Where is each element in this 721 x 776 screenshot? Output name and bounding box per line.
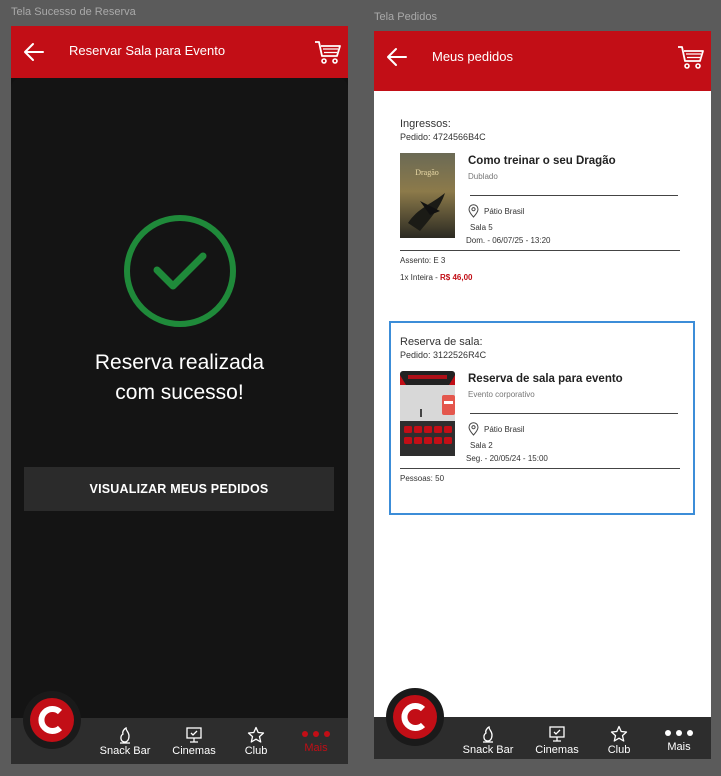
cart-icon[interactable] [314, 38, 342, 66]
orders-screen: Meus pedidos Ingressos: Pedido: 4724566B… [374, 31, 711, 759]
nav-item-snack-bar[interactable]: Snack Bar [95, 726, 155, 757]
nav-label-snack-bar: Snack Bar [462, 744, 514, 756]
nav-item-mais[interactable]: Mais [286, 726, 346, 754]
nav-label-snack-bar: Snack Bar [99, 745, 151, 757]
order-code: Pedido: 3122526R4C [400, 350, 487, 360]
success-line-1: Reserva realizada [94, 351, 265, 374]
success-line-2: com sucesso! [115, 381, 244, 404]
logo-button[interactable] [386, 688, 444, 746]
nav-item-snack-bar[interactable]: Snack Bar [458, 725, 518, 756]
frame-label-left: Tela Sucesso de Reserva [11, 6, 136, 18]
room-image [400, 371, 455, 456]
page-title: Reservar Sala para Evento [69, 43, 226, 58]
nav-item-club[interactable]: Club [226, 726, 286, 757]
page-title: Meus pedidos [432, 49, 513, 64]
order-title: Como treinar o seu Dragão [468, 155, 616, 167]
movie-poster: Dragão [400, 153, 455, 238]
order-qty: 1x Inteira - [400, 273, 441, 282]
order-kind: Ingressos: [400, 118, 451, 130]
success-screen: Reservar Sala para Evento Reserva realiz… [11, 26, 348, 764]
app-header: Reservar Sala para Evento [11, 26, 348, 78]
order-kind: Reserva de sala: [400, 336, 483, 348]
nav-label-club: Club [244, 745, 268, 757]
star-icon [610, 725, 628, 742]
nav-label-mais: Mais [667, 741, 691, 753]
order-location: Pátio Brasil [484, 425, 525, 434]
order-price-line: 1x Inteira - R$ 46,00 [400, 273, 472, 282]
order-price: R$ 46,00 [440, 273, 473, 282]
order-subtitle: Evento corporativo [468, 390, 535, 399]
more-icon [286, 726, 346, 742]
snack-bar-icon [483, 725, 493, 743]
brand-logo-icon [393, 695, 437, 739]
brand-logo-icon [30, 698, 74, 742]
order-room: Sala 5 [470, 223, 493, 232]
snack-bar-icon [120, 726, 130, 744]
cart-icon[interactable] [677, 43, 705, 71]
order-seat: Assento: E 3 [400, 256, 446, 265]
order-card-tickets[interactable]: Ingressos: Pedido: 4724566B4C Dragão Com… [400, 118, 690, 288]
nav-label-mais: Mais [304, 742, 328, 754]
nav-label-cinemas: Cinemas [535, 744, 579, 756]
order-card-room[interactable]: Reserva de sala: Pedido: 3122526R4C Rese… [400, 336, 690, 486]
view-orders-button[interactable]: VISUALIZAR MEUS PEDIDOS [24, 467, 334, 511]
app-header: Meus pedidos [374, 31, 711, 91]
more-icon [649, 725, 709, 741]
frame-label-right: Tela Pedidos [374, 11, 437, 23]
order-title: Reserva de sala para evento [468, 373, 623, 385]
nav-label-club: Club [607, 744, 631, 756]
nav-item-cinemas[interactable]: Cinemas [527, 725, 587, 756]
success-message: Reserva realizada com sucesso! [11, 348, 348, 408]
logo-button[interactable] [23, 691, 81, 749]
order-datetime: Dom. - 06/07/25 - 13:20 [466, 236, 551, 245]
cinemas-icon [549, 726, 565, 742]
order-people: Pessoas: 50 [400, 474, 445, 483]
order-code: Pedido: 4724566B4C [400, 132, 486, 142]
svg-text:Dragão: Dragão [415, 168, 439, 177]
nav-item-mais[interactable]: Mais [649, 725, 709, 753]
divider [400, 250, 680, 251]
location-pin-icon [468, 422, 479, 436]
success-check-icon [124, 215, 236, 327]
content-area: Reserva realizada com sucesso! VISUALIZA… [11, 78, 348, 718]
location-pin-icon [468, 204, 479, 218]
divider [400, 468, 680, 469]
back-arrow-icon[interactable] [22, 40, 46, 64]
nav-label-cinemas: Cinemas [172, 745, 216, 757]
nav-item-cinemas[interactable]: Cinemas [164, 726, 224, 757]
order-location: Pátio Brasil [484, 207, 525, 216]
star-icon [247, 726, 265, 743]
cinemas-icon [186, 727, 202, 743]
nav-item-club[interactable]: Club [589, 725, 649, 756]
divider [470, 195, 678, 196]
order-datetime: Seg. - 20/05/24 - 15:00 [466, 454, 548, 463]
back-arrow-icon[interactable] [385, 45, 409, 69]
divider [470, 413, 678, 414]
order-room: Sala 2 [470, 441, 493, 450]
order-subtitle: Dublado [468, 172, 498, 181]
